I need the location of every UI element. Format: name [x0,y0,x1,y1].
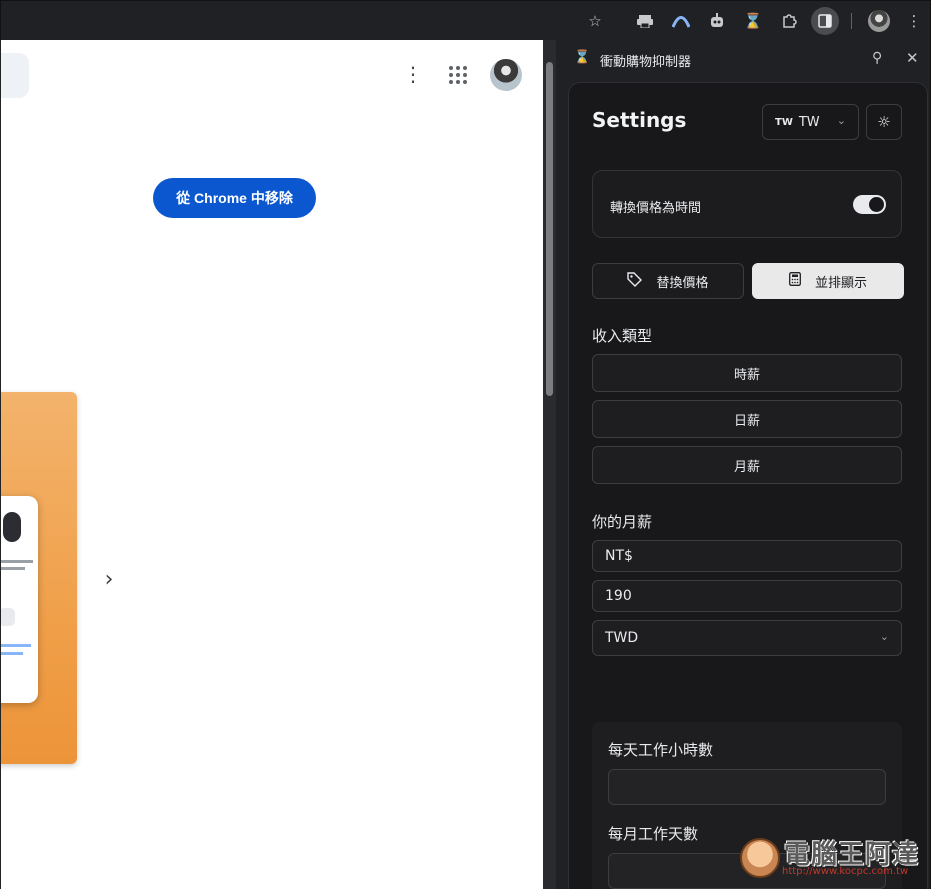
days-per-month-label: 每月工作天數 [608,825,699,843]
monthly-wage-button[interactable]: 月薪 [592,446,902,484]
settings-title: Settings [592,108,687,132]
account-avatar[interactable] [490,59,522,91]
more-icon[interactable]: ⋮ [900,7,928,35]
sun-icon: ☼ [877,113,891,131]
chevron-right-icon[interactable]: › [98,565,120,593]
calculator-icon [789,272,801,290]
theme-toggle-button[interactable]: ☼ [866,104,902,140]
printer-icon[interactable] [631,7,659,35]
scrollbar-thumb[interactable] [546,62,553,396]
promo-screenshot [1,496,38,703]
side-panel-icon[interactable] [811,7,839,35]
search-box[interactable] [1,53,29,98]
remove-from-chrome-button[interactable]: 從 Chrome 中移除 [153,178,316,218]
puzzle-icon[interactable] [775,7,803,35]
convert-price-toggle[interactable] [853,195,886,214]
currency-select[interactable]: TWD ⌄ [592,620,902,656]
chevron-down-icon: ⌄ [879,630,889,643]
currency-code-value: TWD [605,630,639,646]
mascot-icon [740,838,780,878]
robot-icon[interactable] [703,7,731,35]
toggle-label: 轉換價格為時間 [610,201,702,216]
more-options-icon[interactable]: ⋮ [401,62,425,86]
toolbar-separator [851,13,852,29]
unpin-icon[interactable]: ⚲ [872,50,882,66]
currency-symbol-field[interactable]: NT$ [592,540,902,572]
web-page: ⋮ 從 Chrome 中移除 › [0,40,543,889]
side-by-side-button[interactable]: 並排顯示 [752,263,904,299]
salary-value: 190 [605,588,632,604]
hours-per-day-input[interactable] [608,769,886,805]
daily-wage-button[interactable]: 日薪 [592,400,902,438]
panel-header: ⌛ 衝動購物抑制器 ⚲ ✕ [556,40,931,78]
side-panel: ⌛ 衝動購物抑制器 ⚲ ✕ Settings TW TW ⌄ ☼ 轉換價格為時間… [556,40,931,889]
star-icon[interactable]: ☆ [581,7,609,35]
language-value: TW [798,114,820,130]
watermark-url: http://www.kocpc.com.tw [782,866,909,877]
hourly-wage-button[interactable]: 時薪 [592,354,902,392]
chevron-down-icon: ⌄ [836,114,846,127]
income-type-label: 收入類型 [592,327,653,345]
hourglass-icon: ⌛ [574,50,591,65]
side-by-side-label: 並排顯示 [814,275,867,291]
currency-symbol-value: NT$ [605,548,633,564]
convert-toggle-card: 轉換價格為時間 [592,170,902,238]
salary-input[interactable]: 190 [592,580,902,612]
replace-price-button[interactable]: 替換價格 [592,263,744,299]
hourglass-icon[interactable]: ⌛ [739,7,767,35]
flag-icon: TW [775,116,793,128]
arc-icon[interactable] [667,7,695,35]
toggle-knob [869,197,884,212]
panel-title: 衝動購物抑制器 [600,55,692,70]
browser-toolbar: ☆ ⌛ ⋮ [0,0,931,40]
replace-price-label: 替換價格 [656,275,709,291]
avatar[interactable] [868,10,890,32]
close-icon[interactable]: ✕ [906,49,919,67]
watermark-logo: 電腦王阿達 http://www.kocpc.com.tw [740,828,930,886]
tag-icon [627,271,643,291]
apps-grid-icon[interactable] [449,66,467,84]
language-select[interactable]: TW TW ⌄ [762,104,859,140]
hours-per-day-label: 每天工作小時數 [608,741,714,759]
extension-settings: Settings TW TW ⌄ ☼ 轉換價格為時間 替換價格 並排顯示 收入類… [568,82,928,889]
salary-label: 你的月薪 [592,513,653,531]
